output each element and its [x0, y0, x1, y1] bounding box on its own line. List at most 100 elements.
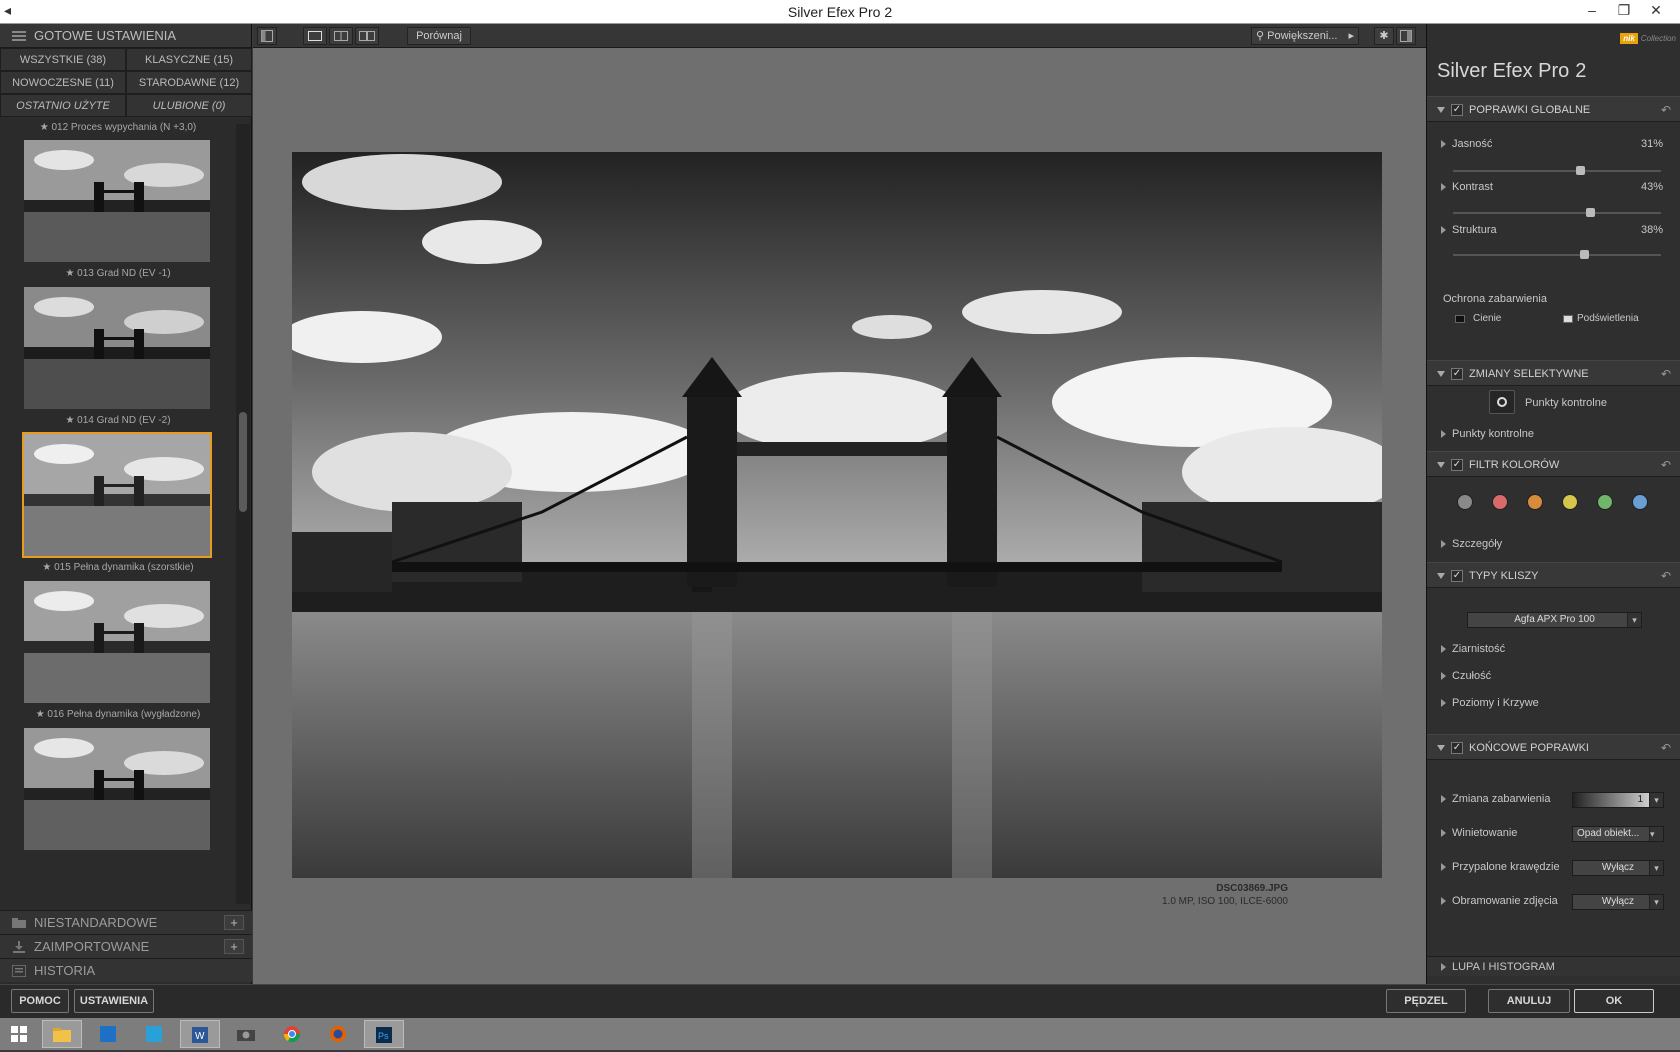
- add-imported-button[interactable]: +: [224, 939, 244, 954]
- control-points-row[interactable]: Punkty kontrolne: [1427, 424, 1680, 444]
- settings-button[interactable]: USTAWIENIA: [74, 989, 154, 1013]
- photoshop-icon[interactable]: Ps: [364, 1020, 404, 1048]
- expand-icon[interactable]: [1441, 540, 1446, 548]
- expand-icon[interactable]: [1441, 183, 1446, 191]
- preset-thumbnail-selected[interactable]: [22, 432, 212, 558]
- expand-icon[interactable]: [1441, 140, 1446, 148]
- chevron-down-icon[interactable]: ▾: [1649, 827, 1663, 841]
- contrast-slider[interactable]: [1453, 208, 1661, 217]
- cancel-button[interactable]: ANULUJ: [1488, 989, 1570, 1013]
- expand-icon[interactable]: [1441, 699, 1446, 707]
- collapse-icon[interactable]: [1437, 573, 1445, 579]
- preview-image[interactable]: [292, 152, 1382, 878]
- loupe-histogram-row[interactable]: LUPA I HISTOGRAM: [1427, 956, 1680, 976]
- filter-favorites[interactable]: ULUBIONE (0): [126, 94, 252, 117]
- section-color-filter[interactable]: ✓ FILTR KOLORÓW ↶: [1427, 451, 1680, 477]
- preset-thumbnail[interactable]: [22, 579, 212, 705]
- color-details-row[interactable]: Szczegóły: [1427, 534, 1680, 554]
- reset-icon[interactable]: ↶: [1661, 563, 1671, 589]
- color-filter-neutral[interactable]: [1457, 494, 1473, 510]
- store-icon[interactable]: [134, 1020, 174, 1048]
- levels-curves-row[interactable]: Poziomy i Krzywe: [1427, 693, 1680, 713]
- collapse-icon[interactable]: [1437, 462, 1445, 468]
- color-filter-green[interactable]: [1597, 494, 1613, 510]
- color-filter-yellow[interactable]: [1562, 494, 1578, 510]
- image-border-dropdown[interactable]: Wyłącz ▾: [1572, 894, 1664, 910]
- collapse-icon[interactable]: [1437, 745, 1445, 751]
- light-bulb-button[interactable]: ✱: [1374, 27, 1394, 45]
- section-finishing[interactable]: ✓ KOŃCOWE POPRAWKI ↶: [1427, 734, 1680, 760]
- filter-all[interactable]: WSZYSTKIE (38): [0, 48, 126, 71]
- brightness-slider[interactable]: [1453, 166, 1661, 175]
- preset-thumbnail[interactable]: [22, 726, 212, 852]
- slider-knob[interactable]: [1586, 208, 1595, 217]
- filter-vintage[interactable]: STARODAWNE (12): [126, 71, 252, 94]
- finishing-enable-checkbox[interactable]: ✓: [1451, 742, 1463, 754]
- brush-button[interactable]: PĘDZEL: [1386, 989, 1466, 1013]
- expand-icon[interactable]: [1441, 963, 1446, 971]
- toning-dropdown[interactable]: 1 ▾: [1572, 792, 1664, 808]
- burn-edges-dropdown[interactable]: Wyłącz ▾: [1572, 860, 1664, 876]
- help-button[interactable]: POMOC: [11, 989, 69, 1013]
- grain-row[interactable]: Ziarnistość: [1427, 639, 1680, 659]
- reset-icon[interactable]: ↶: [1661, 735, 1671, 761]
- section-film[interactable]: ✓ TYPY KLISZY ↶: [1427, 562, 1680, 588]
- app-icon[interactable]: [88, 1020, 128, 1048]
- film-type-dropdown[interactable]: Agfa APX Pro 100 ▾: [1467, 612, 1642, 628]
- zoom-dropdown[interactable]: ⚲ Powiększeni... ▸: [1251, 27, 1359, 45]
- tab-imported[interactable]: ZAIMPORTOWANE +: [0, 934, 252, 958]
- compare-button[interactable]: Porównaj: [407, 27, 471, 45]
- add-custom-button[interactable]: +: [224, 915, 244, 930]
- contrast-row[interactable]: Kontrast 43%: [1427, 177, 1680, 197]
- minimize-button[interactable]: –: [1577, 0, 1607, 22]
- firefox-icon[interactable]: [318, 1020, 358, 1048]
- expand-icon[interactable]: [1441, 897, 1446, 905]
- filter-recent[interactable]: OSTATNIO UŻYTE: [0, 94, 126, 117]
- color-filter-enable-checkbox[interactable]: ✓: [1451, 459, 1463, 471]
- brightness-row[interactable]: Jasność 31%: [1427, 134, 1680, 154]
- camera-icon[interactable]: [226, 1020, 266, 1048]
- slider-knob[interactable]: [1576, 166, 1585, 175]
- expand-icon[interactable]: [1441, 672, 1446, 680]
- explorer-icon[interactable]: [42, 1020, 82, 1048]
- expand-icon[interactable]: [1441, 829, 1446, 837]
- single-view-button[interactable]: [303, 27, 327, 45]
- toggle-panel-button[interactable]: [257, 27, 277, 45]
- structure-row[interactable]: Struktura 38%: [1427, 220, 1680, 240]
- expand-icon[interactable]: [1441, 430, 1446, 438]
- windows-icon[interactable]: [0, 1020, 38, 1048]
- close-button[interactable]: ✕: [1641, 0, 1671, 22]
- presets-header[interactable]: GOTOWE USTAWIENIA: [0, 24, 251, 48]
- chevron-down-icon[interactable]: ▾: [1649, 861, 1663, 875]
- toggle-right-panel-button[interactable]: [1396, 27, 1416, 45]
- chevron-down-icon[interactable]: ▾: [1649, 793, 1663, 807]
- color-filter-blue[interactable]: [1632, 494, 1648, 510]
- filter-modern[interactable]: NOWOCZESNE (11): [0, 71, 126, 94]
- preset-thumbnail[interactable]: [22, 138, 212, 264]
- section-selective[interactable]: ✓ ZMIANY SELEKTYWNE ↶: [1427, 360, 1680, 386]
- reset-icon[interactable]: ↶: [1661, 452, 1671, 478]
- tab-custom[interactable]: NIESTANDARDOWE +: [0, 910, 252, 934]
- highlights-protection[interactable]: Podświetlenia: [1551, 309, 1680, 329]
- chevron-down-icon[interactable]: ▾: [1627, 613, 1641, 627]
- chrome-icon[interactable]: [272, 1020, 312, 1048]
- sensitivity-row[interactable]: Czułość: [1427, 666, 1680, 686]
- ok-button[interactable]: OK: [1574, 989, 1654, 1013]
- word-icon[interactable]: W: [180, 1020, 220, 1048]
- maximize-button[interactable]: ❐: [1609, 0, 1639, 22]
- color-filter-orange[interactable]: [1527, 494, 1543, 510]
- split-view-button[interactable]: [329, 27, 353, 45]
- film-enable-checkbox[interactable]: ✓: [1451, 570, 1463, 582]
- side-by-side-button[interactable]: [355, 27, 379, 45]
- collapse-icon[interactable]: [1437, 107, 1445, 113]
- collapse-icon[interactable]: [1437, 371, 1445, 377]
- preset-thumbnail[interactable]: [22, 285, 212, 411]
- expand-icon[interactable]: [1441, 795, 1446, 803]
- slider-knob[interactable]: [1580, 250, 1589, 259]
- selective-enable-checkbox[interactable]: ✓: [1451, 368, 1463, 380]
- expand-icon[interactable]: [1441, 863, 1446, 871]
- reset-icon[interactable]: ↶: [1661, 361, 1671, 387]
- preview-canvas[interactable]: DSC03869.JPG 1.0 MP, ISO 100, ILCE-6000: [253, 48, 1426, 984]
- chevron-down-icon[interactable]: ▾: [1649, 895, 1663, 909]
- structure-slider[interactable]: [1453, 250, 1661, 259]
